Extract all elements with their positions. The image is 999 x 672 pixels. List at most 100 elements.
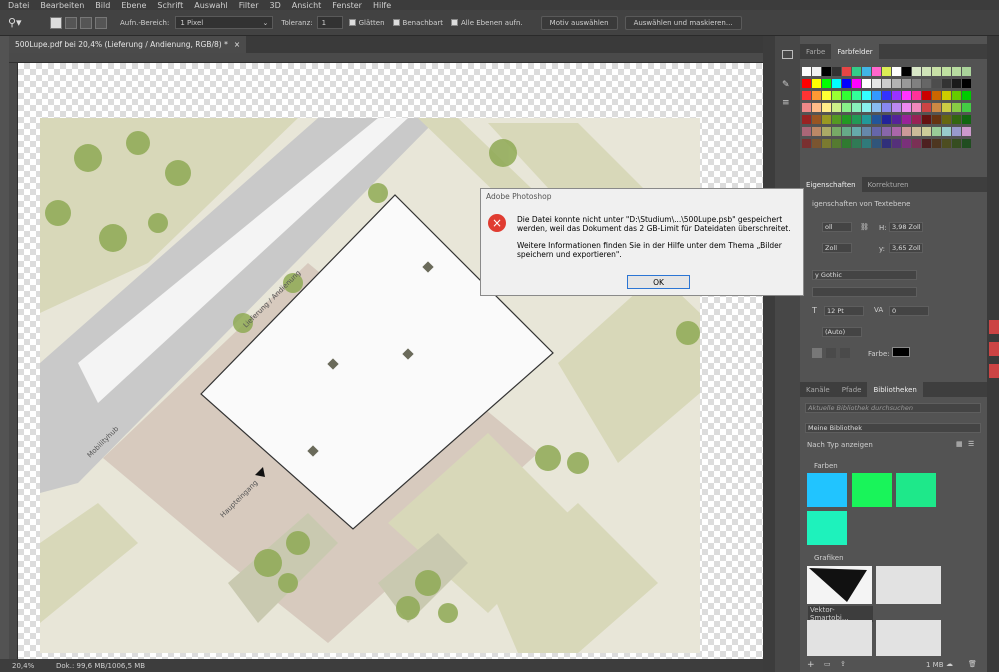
add-selection-icon[interactable] [65,16,77,29]
swatch[interactable] [832,115,841,124]
swatch[interactable] [922,67,931,76]
swatch[interactable] [902,115,911,124]
contiguous-checkbox[interactable] [392,19,400,26]
swatch[interactable] [832,67,841,76]
swatch[interactable] [842,115,851,124]
swatch[interactable] [962,91,971,100]
swatch[interactable] [862,67,871,76]
document-info[interactable]: Dok.: 99,6 MB/1006,5 MB [56,662,145,670]
swatch[interactable] [932,127,941,136]
swatch[interactable] [882,79,891,88]
swatch[interactable] [882,103,891,112]
swatch[interactable] [872,103,881,112]
menu-auswahl[interactable]: Auswahl [194,1,227,10]
swatch[interactable] [922,103,931,112]
menu-fenster[interactable]: Fenster [332,1,362,10]
swatch[interactable] [802,139,811,148]
menu-datei[interactable]: Datei [8,1,29,10]
swatch[interactable] [862,103,871,112]
folder-icon[interactable]: ▭ [824,660,831,668]
swatch[interactable] [882,115,891,124]
library-color-2[interactable] [852,473,892,507]
document-tab[interactable]: 500Lupe.pdf bei 20,4% (Lieferung / Andie… [9,36,247,53]
add-icon[interactable]: + [807,660,815,670]
swatch[interactable] [812,139,821,148]
swatch[interactable] [912,91,921,100]
swatch[interactable] [892,67,901,76]
graphic-thumb-3[interactable] [807,620,872,656]
swatch[interactable] [872,127,881,136]
swatch[interactable] [952,79,961,88]
swatch[interactable] [832,139,841,148]
smooth-checkbox[interactable] [348,19,356,26]
subtract-selection-icon[interactable] [80,16,92,29]
all-layers-checkbox[interactable] [451,19,459,26]
swatch[interactable] [812,103,821,112]
library-search-input[interactable]: Aktuelle Bibliothek durchsuchen [805,403,981,413]
swatch[interactable] [852,79,861,88]
swatch[interactable] [902,127,911,136]
swatch[interactable] [822,103,831,112]
library-color-4[interactable] [807,511,847,545]
trash-icon[interactable]: 🗑 [968,660,977,668]
swatch[interactable] [922,79,931,88]
swatch[interactable] [942,127,951,136]
swatch[interactable] [832,79,841,88]
swatch[interactable] [902,103,911,112]
swatch[interactable] [802,103,811,112]
upload-icon[interactable]: ⇪ [840,660,846,668]
close-icon[interactable]: × [234,40,240,49]
tab-bibliotheken[interactable]: Bibliotheken [867,382,923,397]
swatch[interactable] [872,91,881,100]
swatch[interactable] [802,91,811,100]
swatch[interactable] [832,103,841,112]
swatch[interactable] [952,103,961,112]
swatch[interactable] [872,79,881,88]
swatch[interactable] [862,115,871,124]
swatch[interactable] [852,127,861,136]
tab-kanaele[interactable]: Kanäle [800,382,836,397]
swatch[interactable] [802,67,811,76]
swatch[interactable] [882,67,891,76]
swatch[interactable] [812,127,821,136]
swatch[interactable] [932,115,941,124]
swatch[interactable] [892,103,901,112]
swatch[interactable] [912,103,921,112]
select-and-mask-button[interactable]: Auswählen und maskieren... [624,15,742,30]
swatch[interactable] [862,91,871,100]
graphic-thumb-2[interactable] [876,566,941,604]
swatch[interactable] [912,127,921,136]
font-family-select[interactable]: y Gothic [812,270,917,280]
swatch[interactable] [922,115,931,124]
align-right-icon[interactable] [840,348,850,358]
leading-field[interactable]: (Auto) [822,327,862,337]
align-left-icon[interactable] [812,348,822,358]
grid-view-icon[interactable]: ▦ [956,440,963,448]
swatch[interactable] [942,67,951,76]
y-field[interactable]: 3,65 Zoll [889,243,923,253]
swatch[interactable] [852,115,861,124]
align-center-icon[interactable] [826,348,836,358]
new-selection-icon[interactable] [50,16,62,29]
swatch[interactable] [812,115,821,124]
canvas-area[interactable]: Lieferung / Andienung Mobilityhub Haupte… [18,63,763,659]
colors-header[interactable]: Farben [814,462,838,470]
font-style-select[interactable] [812,287,917,297]
swatch[interactable] [822,67,831,76]
zoom-level[interactable]: 20,4% [12,662,56,670]
tracking-field[interactable]: 0 [889,306,929,316]
panel-marker[interactable] [989,320,999,334]
tolerance-input[interactable]: 1 [316,16,343,29]
swatch[interactable] [872,115,881,124]
brush-icon[interactable]: ✎ [782,80,793,91]
swatch[interactable] [812,91,821,100]
swatch[interactable] [852,103,861,112]
swatch[interactable] [932,91,941,100]
swatch[interactable] [802,115,811,124]
library-select[interactable]: Meine Bibliothek [805,423,981,433]
swatch[interactable] [842,79,851,88]
swatch[interactable] [962,127,971,136]
swatch[interactable] [932,79,941,88]
swatch[interactable] [912,139,921,148]
document-canvas[interactable]: Lieferung / Andienung Mobilityhub Haupte… [18,63,763,659]
